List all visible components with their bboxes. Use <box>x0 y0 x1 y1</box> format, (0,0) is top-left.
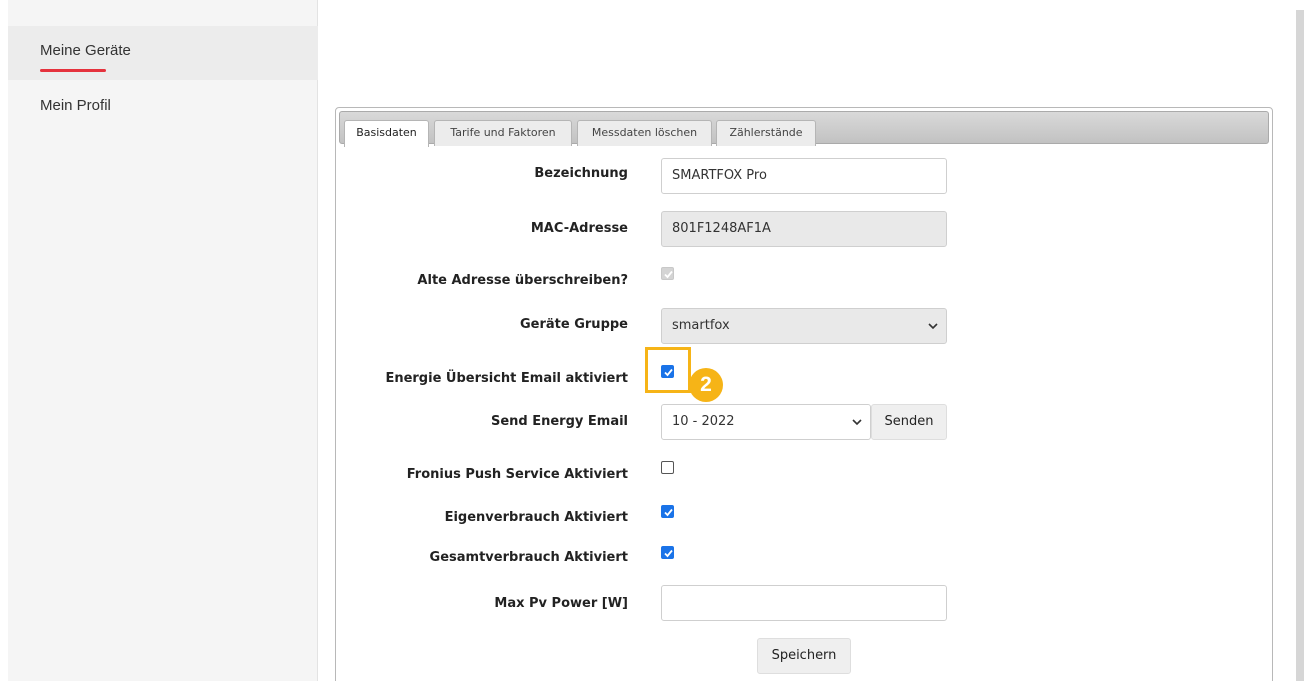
chevron-down-icon <box>852 419 862 426</box>
send-energy-select[interactable]: 10 - 2022 <box>661 404 871 440</box>
send-energy-label: Send Energy Email <box>490 414 628 429</box>
tab-tarife-und-faktoren[interactable]: Tarife und Faktoren <box>434 120 572 146</box>
speichern-button[interactable]: Speichern <box>757 638 851 674</box>
alte-adresse-label: Alte Adresse überschreiben? <box>417 273 628 288</box>
geraete-gruppe-value: smartfox <box>672 318 730 333</box>
bezeichnung-input[interactable]: SMARTFOX Pro <box>661 158 947 194</box>
scrollbar[interactable] <box>1296 10 1304 681</box>
senden-button[interactable]: Senden <box>871 404 947 440</box>
eigenverbrauch-label: Eigenverbrauch Aktiviert <box>444 510 628 525</box>
geraete-gruppe-label: Geräte Gruppe <box>520 317 628 332</box>
eigenverbrauch-checkbox[interactable] <box>661 505 674 518</box>
sidebar: Meine Geräte Mein Profil <box>8 0 318 681</box>
fronius-label: Fronius Push Service Aktiviert <box>406 467 628 482</box>
sidebar-item-mein-profil[interactable]: Mein Profil <box>8 84 318 138</box>
tab-zaehlerstaende[interactable]: Zählerstände <box>716 120 816 146</box>
tab-messdaten-loeschen[interactable]: Messdaten löschen <box>577 120 712 146</box>
gesamtverbrauch-checkbox[interactable] <box>661 546 674 559</box>
mac-adresse-input[interactable]: 801F1248AF1A <box>661 211 947 247</box>
mac-adresse-label: MAC-Adresse <box>530 221 628 236</box>
chevron-down-icon <box>928 323 938 330</box>
energie-email-label: Energie Übersicht Email aktiviert <box>385 371 628 386</box>
gesamtverbrauch-label: Gesamtverbrauch Aktiviert <box>429 550 628 565</box>
geraete-gruppe-select[interactable]: smartfox <box>661 308 947 344</box>
max-pv-input[interactable] <box>661 585 947 621</box>
fronius-checkbox[interactable] <box>661 461 674 474</box>
active-indicator <box>40 69 106 72</box>
alte-adresse-checkbox[interactable] <box>661 267 674 280</box>
bezeichnung-label: Bezeichnung <box>534 166 628 181</box>
sidebar-item-label: Mein Profil <box>40 97 111 114</box>
tab-basisdaten[interactable]: Basisdaten <box>344 120 429 147</box>
step-badge: 2 <box>689 368 723 402</box>
tab-bar: Basisdaten Tarife und Faktoren Messdaten… <box>339 111 1269 147</box>
highlight-box <box>645 347 691 393</box>
sidebar-item-label: Meine Geräte <box>40 42 131 59</box>
max-pv-label: Max Pv Power [W] <box>494 596 628 611</box>
send-energy-value: 10 - 2022 <box>672 414 735 429</box>
sidebar-item-meine-geraete[interactable]: Meine Geräte <box>8 26 318 80</box>
